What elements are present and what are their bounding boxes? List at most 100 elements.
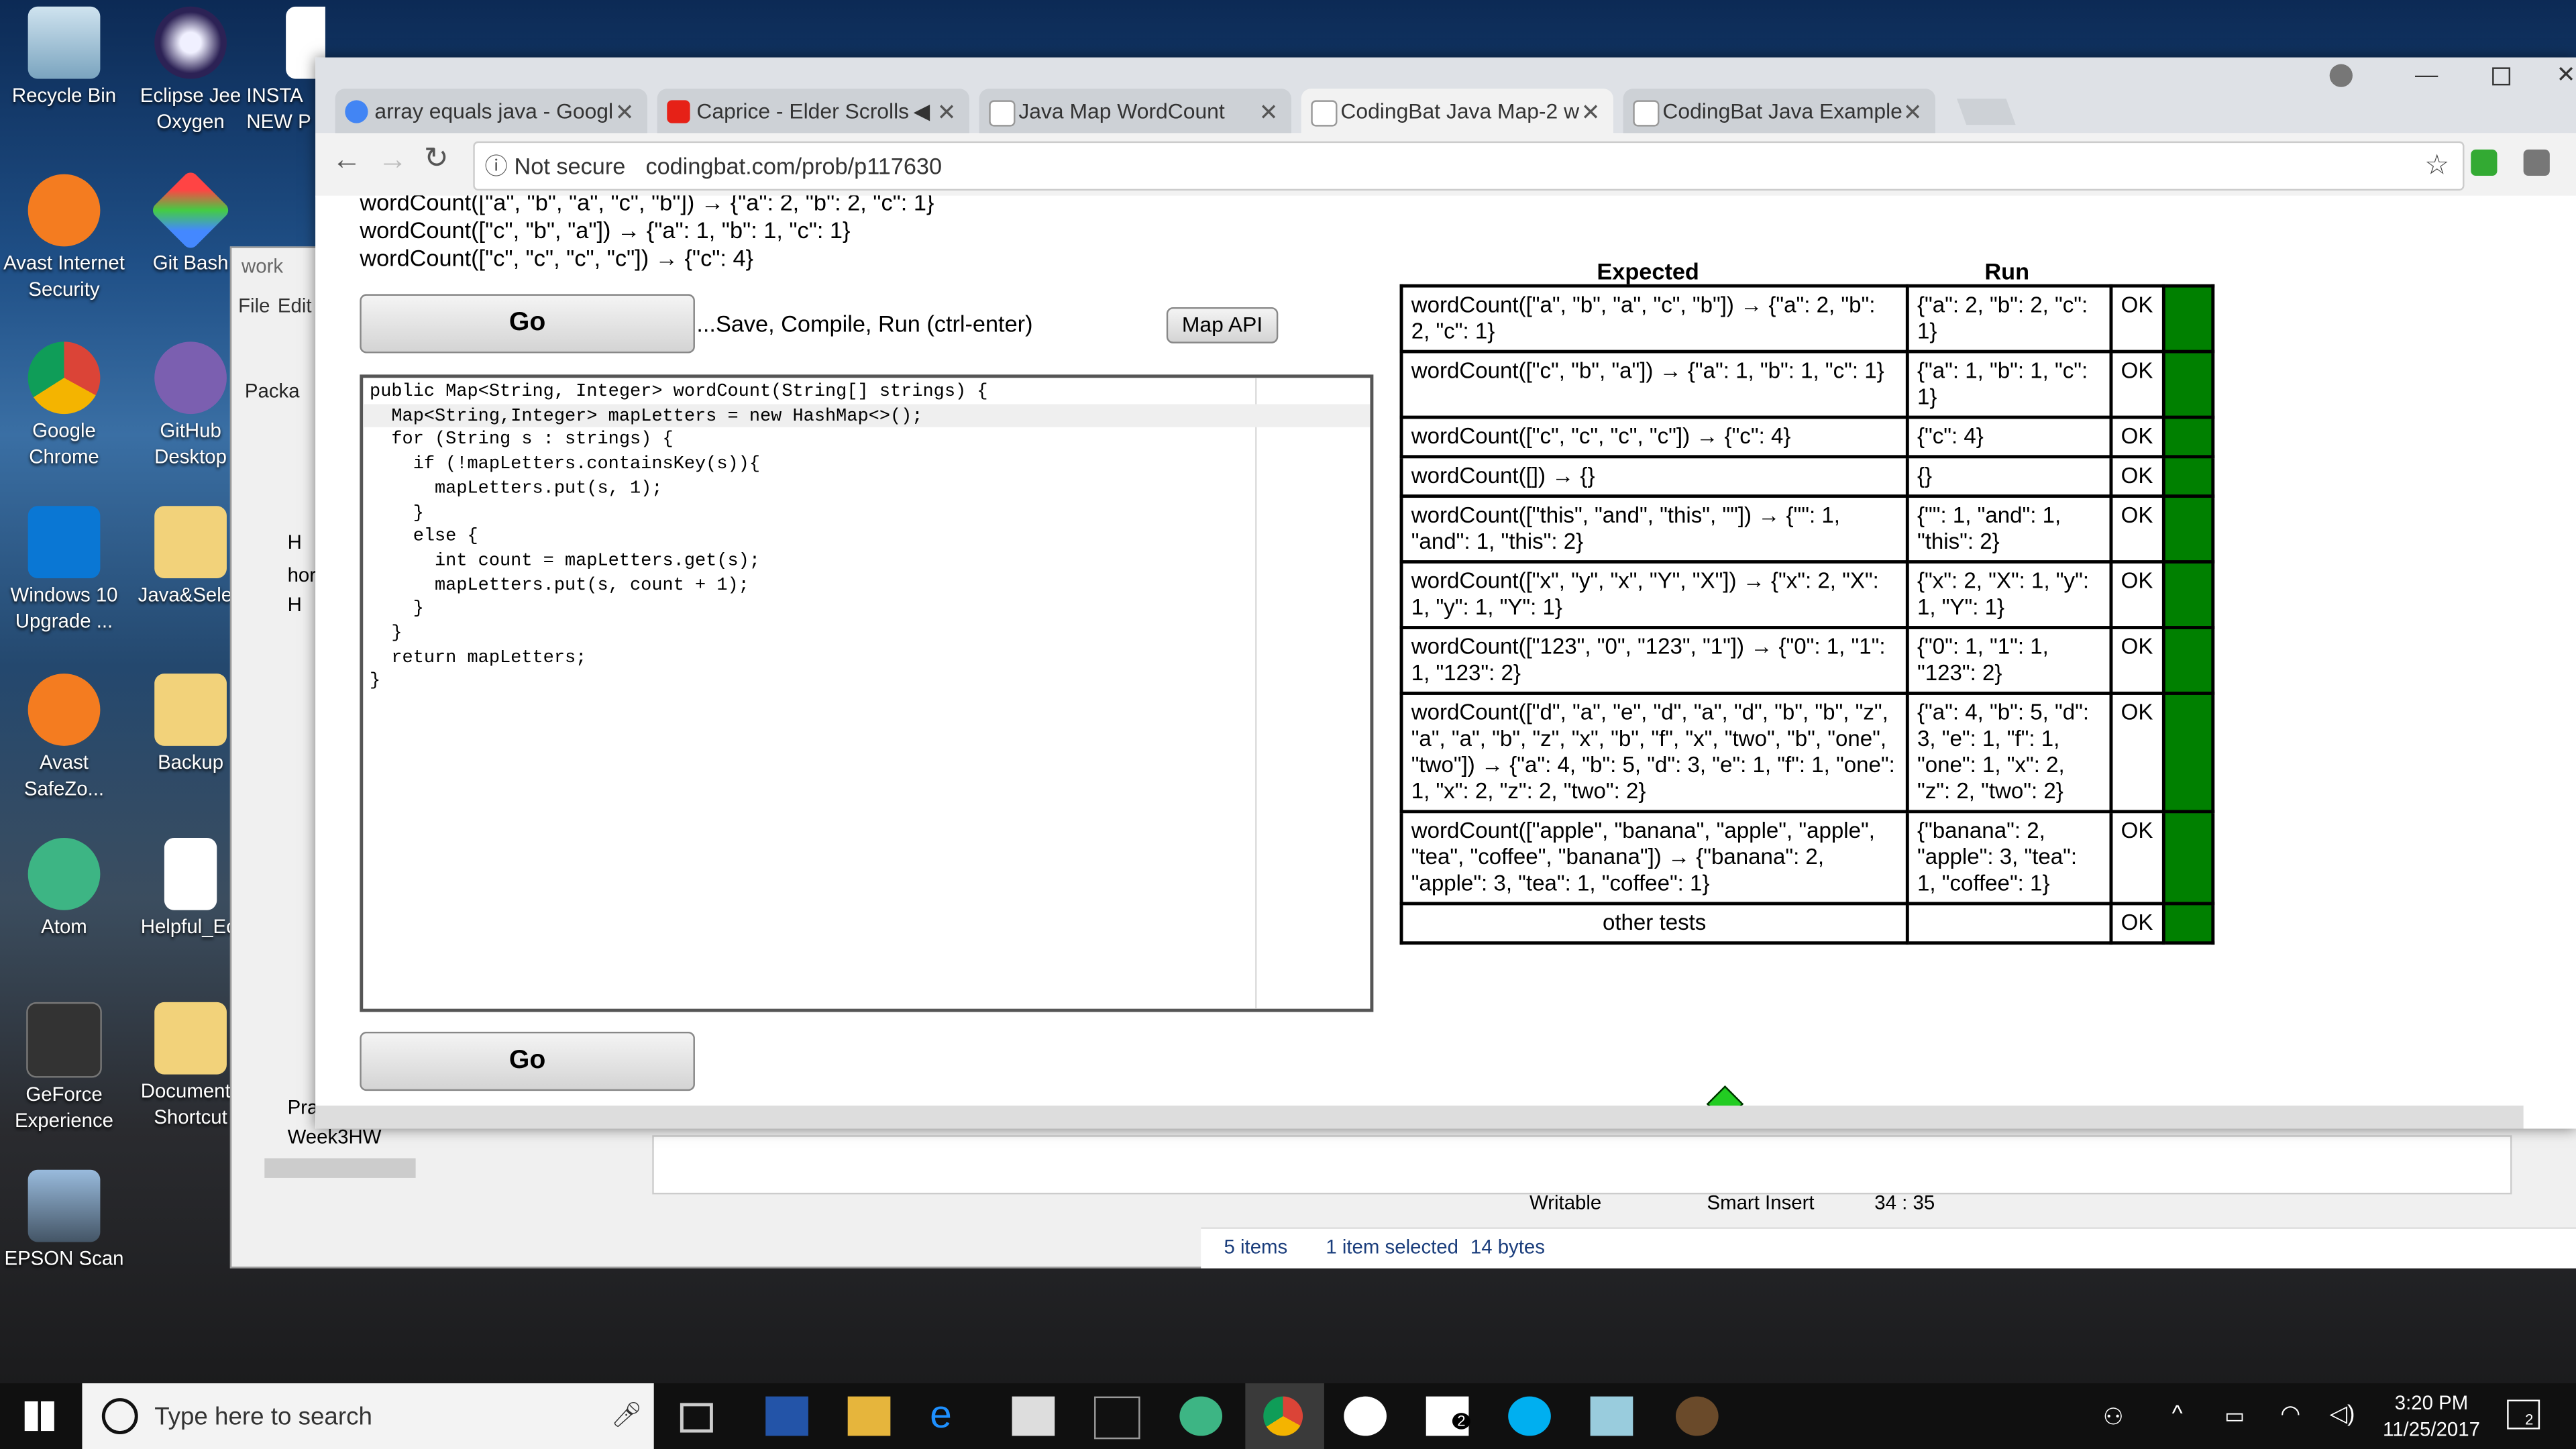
expected-cell: wordCount(["x", "y", "x", "Y", "X"]) → {… xyxy=(1399,560,1909,629)
bookmark-star-icon[interactable]: ☆ xyxy=(2424,143,2449,189)
go-button[interactable]: Go xyxy=(360,294,695,354)
status-insert-mode: Smart Insert xyxy=(1707,1191,1815,1214)
github-icon xyxy=(154,341,227,415)
powershell-icon[interactable] xyxy=(765,1396,808,1436)
editor-bottom-pane xyxy=(652,1135,2512,1195)
pass-indicator xyxy=(2161,350,2215,419)
desktop-icon-geforce[interactable]: GeForce Experience xyxy=(0,1002,128,1134)
tree-item[interactable]: Pra xyxy=(288,1095,319,1118)
tab-java-map[interactable]: Java Map WordCount ✕ xyxy=(979,89,1291,135)
tree-item[interactable]: hor xyxy=(288,564,316,586)
run-cell: {"c": 4} xyxy=(1905,415,2113,459)
chevron-up-icon[interactable]: ^ xyxy=(2172,1400,2183,1426)
chrome-taskbar-button[interactable] xyxy=(1245,1383,1324,1449)
desktop-icon-avast[interactable]: Avast Internet Security xyxy=(0,174,128,303)
desktop-icon-win10-upgrade[interactable]: Windows 10 Upgrade ... xyxy=(0,506,128,634)
address-bar[interactable]: ⓘ Not secure codingbat.com/prob/p117630 … xyxy=(473,141,2465,191)
back-icon[interactable]: ← xyxy=(332,143,362,177)
page-icon xyxy=(1633,100,1660,127)
close-icon[interactable]: ✕ xyxy=(615,89,635,135)
store-icon[interactable] xyxy=(1012,1396,1055,1436)
search-box[interactable]: Type here to search 🎤︎ xyxy=(82,1383,654,1449)
tree-item[interactable]: H xyxy=(288,531,302,553)
battery-icon[interactable]: ▭ xyxy=(2224,1403,2245,1429)
tab-codingbat-map2[interactable]: CodingBat Java Map-2 w ✕ xyxy=(1301,89,1613,135)
terminal-icon[interactable] xyxy=(1094,1396,1140,1440)
desktop-icon-eclipse[interactable]: Eclipse Jee Oxygen xyxy=(127,6,255,135)
atom-taskbar-icon[interactable] xyxy=(1179,1396,1223,1436)
url-text[interactable]: codingbat.com/prob/p117630 xyxy=(645,143,942,189)
table-row: wordCount(["123", "0", "123", "1"]) → {"… xyxy=(1399,626,2215,695)
eclipse-menu-file[interactable]: File xyxy=(238,294,270,317)
desktop-icon-epson[interactable]: EPSON Scan xyxy=(0,1169,128,1272)
new-tab-button[interactable] xyxy=(1956,98,2016,125)
horizontal-scrollbar[interactable] xyxy=(264,1158,416,1178)
mail-icon[interactable]: 2 xyxy=(1426,1396,1470,1436)
close-icon[interactable]: ✕ xyxy=(937,89,957,135)
edge-icon[interactable]: e xyxy=(930,1395,973,1436)
clock[interactable]: 3:20 PM 11/25/2017 xyxy=(2379,1390,2484,1442)
code-editor[interactable]: public Map<String, Integer> wordCount(St… xyxy=(360,374,1374,1012)
go-button-bottom[interactable]: Go xyxy=(360,1031,695,1091)
close-window-icon[interactable]: ✕ xyxy=(2557,61,2576,89)
close-icon[interactable]: ✕ xyxy=(1581,89,1601,135)
desktop-icon-chrome[interactable]: Google Chrome xyxy=(0,341,128,470)
skype-icon[interactable] xyxy=(1508,1396,1551,1436)
expected-header: Expected xyxy=(1597,258,1699,284)
tab-youtube[interactable]: Caprice - Elder Scrolls ◀ ✕ xyxy=(657,89,969,135)
volume-icon[interactable]: ◁) xyxy=(2330,1400,2355,1428)
code-lines[interactable]: public Map<String, Integer> wordCount(St… xyxy=(370,381,987,695)
extension-icon[interactable] xyxy=(2523,149,2550,176)
geforce-icon xyxy=(26,1002,102,1078)
table-row: wordCount(["a", "b", "a", "c", "b"]) → {… xyxy=(1399,284,2215,354)
start-windows-icon[interactable] xyxy=(19,1397,62,1436)
tree-item[interactable]: H xyxy=(288,593,302,616)
scanner-taskbar-icon[interactable] xyxy=(1590,1396,1633,1436)
file-explorer-icon[interactable] xyxy=(847,1396,891,1436)
microphone-icon[interactable]: 🎤︎ xyxy=(611,1400,643,1430)
code-line: } xyxy=(370,672,381,693)
example-line: wordCount(["c", "c", "c", "c"]) → {"c": … xyxy=(360,244,753,272)
close-icon[interactable]: ✕ xyxy=(1903,89,1923,135)
tab-codingbat-example[interactable]: CodingBat Java Example ✕ xyxy=(1623,89,1935,135)
task-view-icon[interactable] xyxy=(680,1403,713,1433)
info-icon[interactable]: ⓘ xyxy=(484,143,507,189)
eclipse-menu-edit[interactable]: Edit xyxy=(278,294,312,317)
run-cell: {"a": 1, "b": 1, "c": 1} xyxy=(1905,350,2113,419)
git-bash-icon xyxy=(150,169,232,252)
desktop-icon-insta[interactable]: INSTA NEW P xyxy=(246,6,325,135)
map-api-button[interactable]: Map API xyxy=(1166,307,1279,343)
code-line: mapLetters.put(s, 1); xyxy=(370,479,663,500)
example-line: wordCount(["a", "b", "a", "c", "b"]) → {… xyxy=(360,195,934,215)
status-size: 14 bytes xyxy=(1470,1235,1545,1258)
results-table: wordCount(["a", "b", "a", "c", "b"]) → {… xyxy=(1399,284,2215,945)
action-center-icon[interactable]: 2 xyxy=(2507,1399,2540,1430)
xbox-icon[interactable] xyxy=(1344,1396,1387,1436)
reload-icon[interactable]: ↻ xyxy=(424,142,449,176)
wifi-icon[interactable]: ◠ xyxy=(2280,1400,2300,1428)
run-cell: {"x": 2, "X": 1, "y": 1, "Y": 1} xyxy=(1905,560,2113,629)
expected-cell: wordCount(["a", "b", "a", "c", "b"]) → {… xyxy=(1399,284,1909,354)
forward-icon[interactable]: → xyxy=(378,143,407,177)
close-icon[interactable]: ✕ xyxy=(1259,89,1279,135)
tab-google-search[interactable]: array equals java - Googl ✕ xyxy=(335,89,647,135)
status-cell: OK xyxy=(2109,284,2165,354)
horizontal-scrollbar[interactable] xyxy=(315,1106,2524,1129)
profile-icon[interactable] xyxy=(2329,64,2353,87)
notification-count: 2 xyxy=(2525,1411,2534,1428)
status-cell: OK xyxy=(2109,692,2165,814)
app-icon[interactable] xyxy=(1675,1396,1719,1436)
security-label[interactable]: Not secure xyxy=(515,143,626,189)
maximize-icon[interactable] xyxy=(2492,67,2511,86)
desktop-icon-atom[interactable]: Atom xyxy=(0,837,128,940)
extension-icon[interactable] xyxy=(2471,149,2498,176)
avast-icon xyxy=(28,174,101,247)
people-icon[interactable]: ⚇ xyxy=(2103,1403,2124,1431)
speaker-muted-icon[interactable]: ◀ xyxy=(914,89,930,135)
desktop-icon-recycle-bin[interactable]: Recycle Bin xyxy=(0,6,128,109)
minimize-icon[interactable]: — xyxy=(2415,61,2438,87)
tree-item[interactable]: Week3HW xyxy=(288,1126,382,1148)
desktop-icon-avast-safezone[interactable]: Avast SafeZo... xyxy=(0,674,128,802)
save-hint: ...Save, Compile, Run (ctrl-enter) xyxy=(696,310,1033,337)
toolbar: ← → ↻ ⓘ Not secure codingbat.com/prob/p1… xyxy=(315,133,2576,197)
